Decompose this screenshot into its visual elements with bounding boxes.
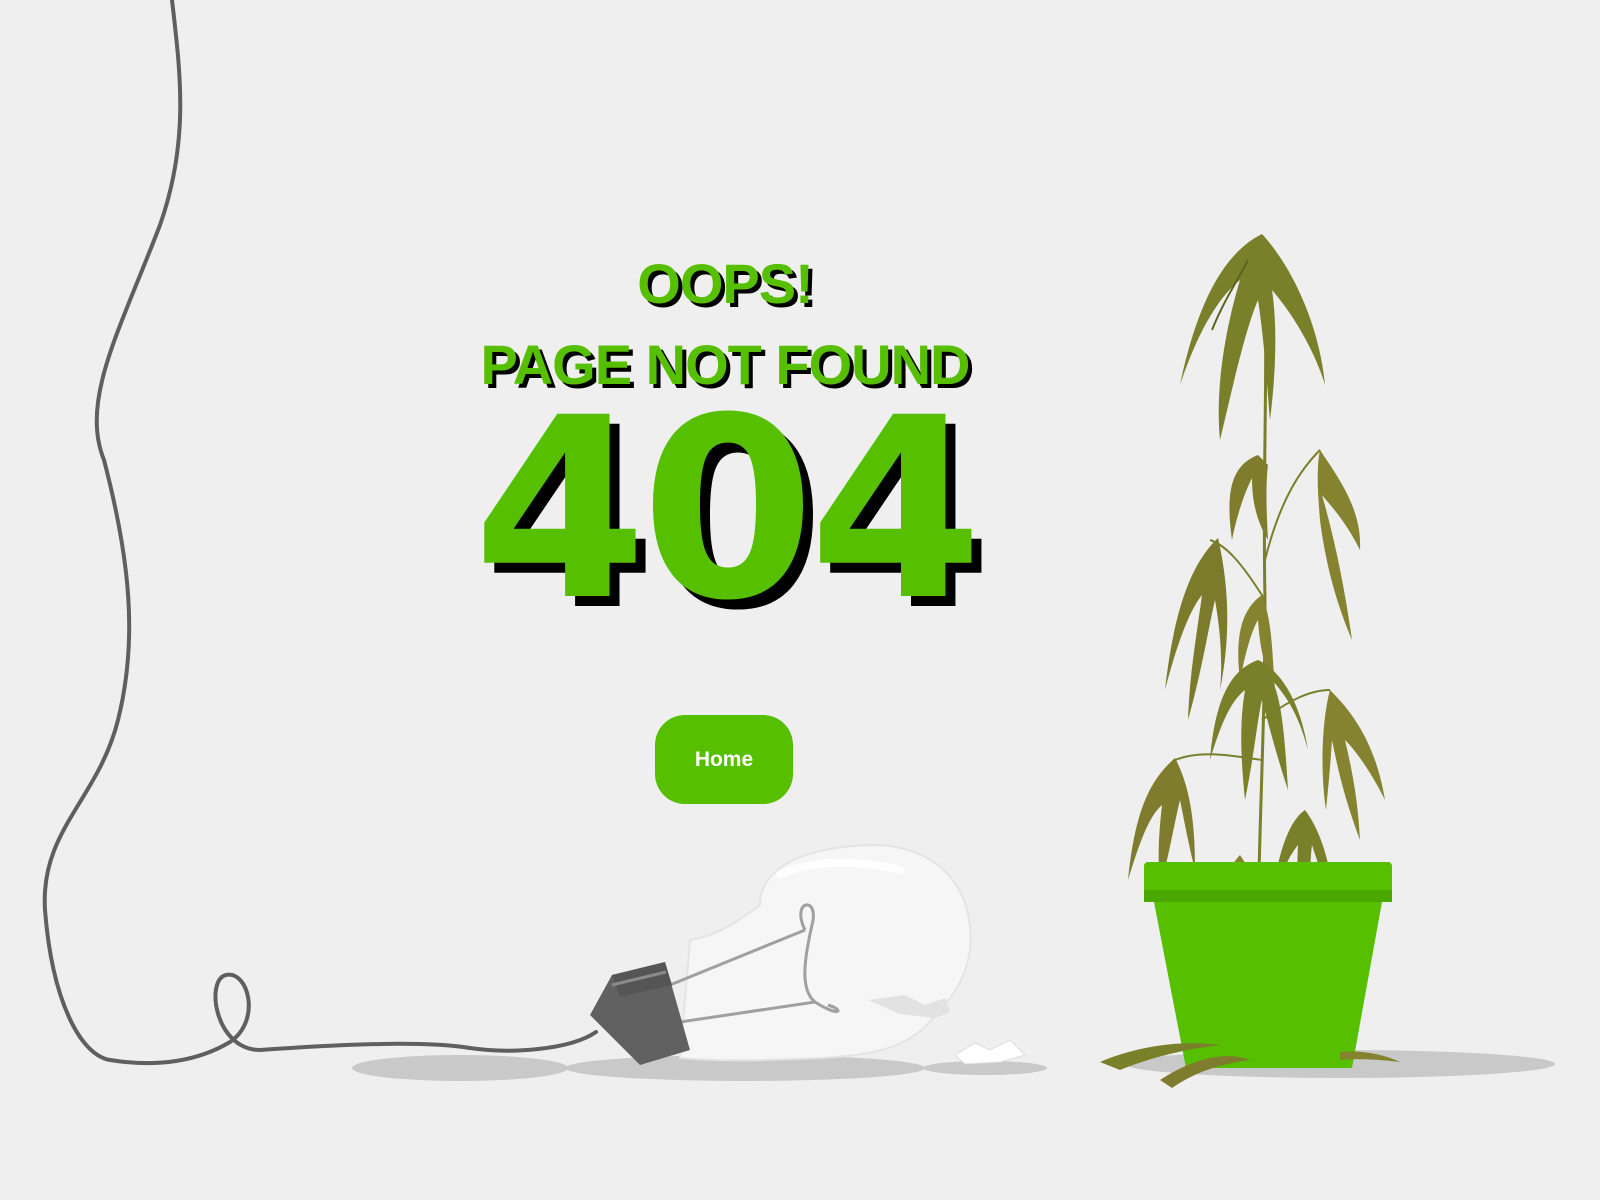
- cord-shadow: [352, 1055, 568, 1081]
- broken-light-bulb-icon: [590, 843, 1026, 1065]
- pot-body: [1154, 902, 1382, 1068]
- home-button[interactable]: Home: [655, 715, 793, 804]
- error-page: OOPS! PAGE NOT FOUND 404 Home: [0, 0, 1600, 1200]
- wilted-potted-plant-icon: [1100, 234, 1400, 1088]
- oops-heading: OOPS!: [637, 252, 813, 315]
- error-code: 404: [473, 364, 983, 655]
